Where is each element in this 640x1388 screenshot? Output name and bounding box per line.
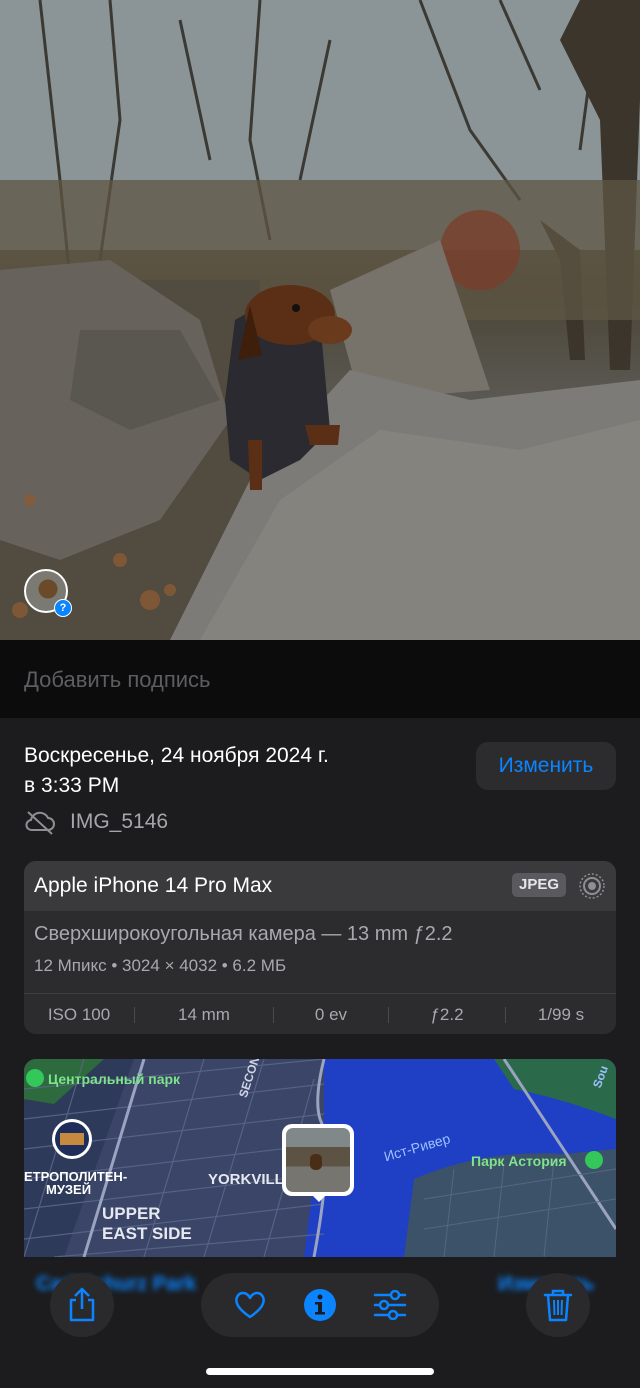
camera-header: Apple iPhone 14 Pro Max JPEG [24, 861, 616, 911]
date-text: Воскресенье, 24 ноября 2024 г. [24, 744, 329, 767]
time-text: в 3:33 PM [24, 774, 120, 797]
exif-shutter: 1/99 s [537, 1004, 585, 1024]
photo-viewer[interactable]: ? [0, 0, 640, 640]
toolbar-center [201, 1273, 439, 1337]
location-map[interactable]: Центральный парк SECOND ЕТРОПОЛИТЕН- МУЗ… [24, 1059, 616, 1257]
map-label-central-park: Центральный парк [48, 1071, 181, 1087]
filename: IMG_5146 [70, 810, 169, 833]
map-label-east-side: EAST SIDE [102, 1224, 192, 1243]
info-icon[interactable] [303, 1288, 337, 1322]
caption-placeholder: Добавить подпись [24, 667, 211, 692]
live-photo-icon [579, 873, 605, 899]
exif-focal: 14 mm [178, 1004, 230, 1024]
map-pin-pointer [309, 1192, 329, 1202]
share-button[interactable] [50, 1273, 114, 1337]
image-specs: 12 Мпикс • 3024 × 4032 • 6.2 МБ [34, 956, 287, 975]
camera-card: Apple iPhone 14 Pro Max JPEG Сверхшироко… [24, 861, 616, 1034]
sliders-icon[interactable] [373, 1290, 407, 1320]
edit-date-button[interactable]: Изменить [476, 742, 616, 790]
camera-model: Apple iPhone 14 Pro Max [34, 874, 273, 897]
exif-iso: ISO 100 [47, 1004, 111, 1024]
trash-icon [543, 1289, 573, 1322]
map-label-museum: МУЗЕЙ [46, 1182, 92, 1197]
heart-icon[interactable] [233, 1290, 267, 1320]
cloud-slash-icon [25, 811, 55, 835]
photo-image [0, 0, 640, 640]
exif-row: ISO 100 14 mm 0 ev ƒ2.2 1/99 s [24, 993, 616, 1034]
map-label-upper: UPPER [102, 1204, 161, 1223]
delete-button[interactable] [526, 1273, 590, 1337]
share-icon [69, 1287, 95, 1322]
format-badge: JPEG [512, 873, 566, 897]
file-row: IMG_5146 [24, 808, 168, 836]
home-indicator[interactable] [206, 1368, 434, 1375]
map-label-astoria-park: Парк Астория [471, 1153, 567, 1169]
exif-ev: 0 ev [314, 1004, 348, 1024]
lens-info: Сверхширокоугольная камера — 13 mm ƒ2.2 [34, 923, 453, 945]
map-photo-pin[interactable] [282, 1124, 354, 1196]
caption-field[interactable]: Добавить подпись [0, 640, 640, 718]
exif-aperture: ƒ2.2 [430, 1004, 464, 1024]
map-label-yorkville: YORKVILLE [208, 1171, 294, 1188]
question-icon: ? [54, 599, 72, 617]
